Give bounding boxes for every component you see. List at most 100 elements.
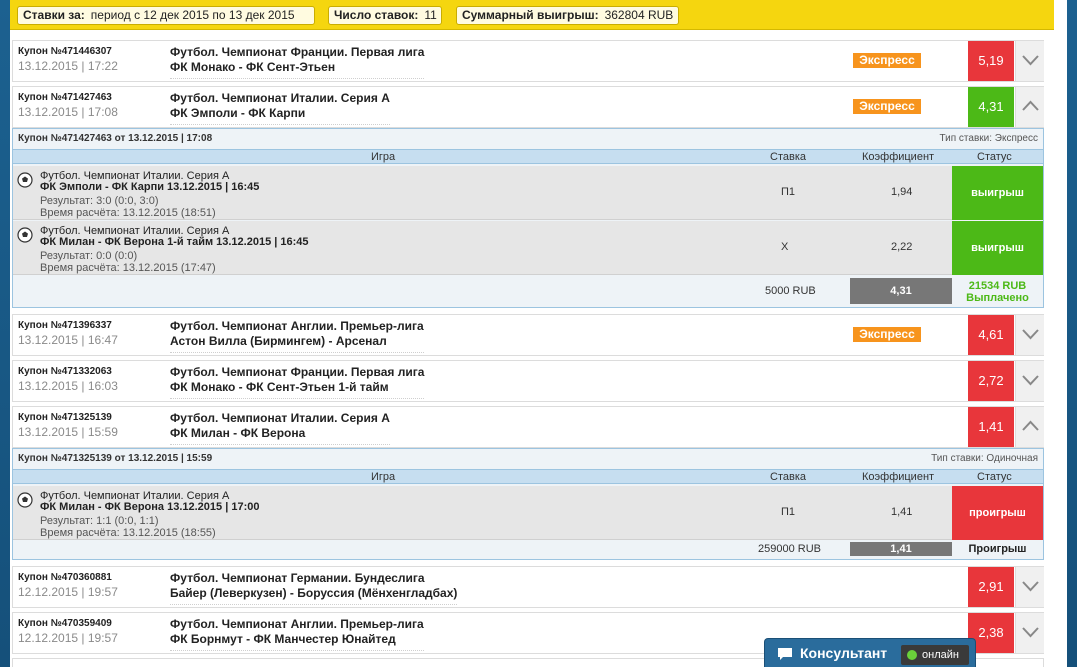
chevron-up-icon <box>1022 420 1039 431</box>
bet-type: Тип ставки: Одиночная <box>931 453 1038 464</box>
detail-table-header: Игра Ставка Коэффициент Статус <box>13 149 1043 164</box>
expand-toggle-button[interactable] <box>1015 41 1044 81</box>
chevron-down-icon <box>1022 375 1039 386</box>
coupon-date: 13.12.2015 | 17:08 <box>18 105 118 119</box>
event-match: ФК Борнмут - ФК Манчестер Юнайтед <box>170 632 396 646</box>
coupon-coefficient: 2,72 <box>968 361 1014 401</box>
expand-toggle-button[interactable] <box>1015 361 1044 401</box>
football-icon <box>17 492 33 508</box>
col-status: Статус <box>977 151 1012 163</box>
coupon-row[interactable]: Купон №470360881 12.12.2015 | 19:57 Футб… <box>12 566 1044 608</box>
bet-result: Результат: 1:1 (0:0, 1:1) <box>40 515 159 527</box>
coupon-event: Футбол. Чемпионат Франции. Первая лига Ф… <box>170 45 425 79</box>
online-status: онлайн <box>901 645 969 665</box>
event-championship: Футбол. Чемпионат Франции. Первая лига <box>170 45 425 59</box>
express-badge: Экспресс <box>853 327 921 342</box>
event-match: ФК Милан - ФК Верона <box>170 426 306 440</box>
coupon-row[interactable]: Купон №471446307 13.12.2015 | 17:22 Футб… <box>12 40 1044 82</box>
bet-match: ФК Милан - ФК Верона 13.12.2015 | 17:00 <box>40 501 260 513</box>
period-label: Ставки за: <box>23 8 85 22</box>
consultant-chat-widget[interactable]: Консультант онлайн <box>764 638 976 667</box>
bet-match: ФК Милан - ФК Верона 1-й тайм 13.12.2015… <box>40 236 309 248</box>
football-icon <box>17 227 33 243</box>
coupon-detail: Купон №471427463 от 13.12.2015 | 17:08 Т… <box>12 128 1044 308</box>
event-match: ФК Монако - ФК Сент-Этьен <box>170 60 336 74</box>
coupon-detail: Купон №471325139 от 13.12.2015 | 15:59 Т… <box>12 448 1044 560</box>
coupon-number: Купон №470360881 <box>18 572 112 583</box>
detail-header: Купон №471325139 от 13.12.2015 | 15:59 <box>18 453 213 464</box>
event-championship: Футбол. Чемпионат Англии. Премьер-лига <box>170 319 424 333</box>
collapse-toggle-button[interactable] <box>1015 407 1044 447</box>
total-result: 21534 RUB Выплачено <box>952 280 1043 304</box>
bet-calc-time: Время расчёта: 13.12.2015 (17:47) <box>40 262 216 274</box>
total-stake: 259000 RUB <box>758 543 821 555</box>
coupon-coefficient: 5,19 <box>968 41 1014 81</box>
col-status: Статус <box>977 471 1012 483</box>
total-result: Проигрыш <box>952 543 1043 555</box>
period-filter[interactable]: Ставки за: период с 12 дек 2015 по 13 дек… <box>17 6 315 25</box>
total-coefficient: 1,41 <box>850 542 952 556</box>
col-coef: Коэффициент <box>862 151 935 163</box>
bet-count-box: Число ставок: 11 <box>328 6 442 25</box>
online-label: онлайн <box>922 649 959 661</box>
coupon-event: Футбол. Чемпионат Италии. Серия А ФК Эмп… <box>170 91 390 125</box>
total-coefficient: 4,31 <box>850 278 952 304</box>
chevron-down-icon <box>1022 329 1039 340</box>
total-payout: 21534 RUB <box>968 280 1027 292</box>
coupon-row[interactable]: Купон №471427463 13.12.2015 | 17:08 Футб… <box>12 86 1044 128</box>
event-championship: Футбол. Чемпионат Германии. Бундеслига <box>170 571 425 585</box>
bet-result: Результат: 3:0 (0:0, 3:0) <box>40 195 159 207</box>
coupon-number: Купон №471427463 <box>18 92 112 103</box>
coupon-number: Купон №471325139 <box>18 412 112 423</box>
period-value: период с 12 дек 2015 по 13 дек 2015 <box>90 8 295 22</box>
coupon-row[interactable]: Купон №471325139 13.12.2015 | 15:59 Футб… <box>12 406 1044 448</box>
bet-status: выигрыш <box>952 221 1043 275</box>
total-outcome: Проигрыш <box>968 543 1027 555</box>
coupon-event: Футбол. Чемпионат Франции. Первая лига Ф… <box>170 365 425 399</box>
coupon-date: 13.12.2015 | 15:59 <box>18 425 118 439</box>
bet-match: ФК Эмполи - ФК Карпи 13.12.2015 | 16:45 <box>40 181 260 193</box>
coupon-number: Купон №471446307 <box>18 46 112 57</box>
detail-table-header: Игра Ставка Коэффициент Статус <box>13 469 1043 484</box>
bet-stake: П1 <box>781 186 796 198</box>
coupon-date: 13.12.2015 | 16:47 <box>18 333 118 347</box>
total-stake: 5000 RUB <box>765 285 816 297</box>
bet-stake: П1 <box>781 506 796 518</box>
bet-calc-time: Время расчёта: 13.12.2015 (18:55) <box>40 527 216 539</box>
detail-header: Купон №471427463 от 13.12.2015 | 17:08 <box>18 133 213 144</box>
col-game: Игра <box>371 471 396 483</box>
bet-coefficient: 1,94 <box>891 186 913 198</box>
coupon-coefficient: 4,61 <box>968 315 1014 355</box>
event-match: Астон Вилла (Бирмингем) - Арсенал <box>170 334 387 348</box>
total-win-label: Суммарный выигрыш: <box>462 8 599 22</box>
bet-coefficient: 2,22 <box>891 241 913 253</box>
expand-toggle-button[interactable] <box>1015 613 1044 653</box>
coupon-row[interactable]: Купон №471332063 13.12.2015 | 16:03 Футб… <box>12 360 1044 402</box>
bet-row: Футбол. Чемпионат Италии. Серия А ФК Эмп… <box>13 166 1043 220</box>
coupon-number: Купон №471396337 <box>18 320 112 331</box>
coupon-row[interactable]: Купон №471396337 13.12.2015 | 16:47 Футб… <box>12 314 1044 356</box>
coupon-date: 13.12.2015 | 16:03 <box>18 379 118 393</box>
event-match: ФК Эмполи - ФК Карпи <box>170 106 306 120</box>
chevron-down-icon <box>1022 581 1039 592</box>
total-win-box: Суммарный выигрыш: 362804 RUB <box>456 6 679 25</box>
event-championship: Футбол. Чемпионат Франции. Первая лига <box>170 365 425 379</box>
coupon-event: Футбол. Чемпионат Германии. Бундеслига Б… <box>170 571 458 605</box>
event-match: Байер (Леверкузен) - Боруссия (Мёнхенгла… <box>170 586 458 600</box>
event-match: ФК Монако - ФК Сент-Этьен 1-й тайм <box>170 380 389 394</box>
event-championship: Футбол. Чемпионат Англии. Премьер-лига <box>170 617 424 631</box>
coupon-date: 13.12.2015 | 17:22 <box>18 59 118 73</box>
expand-toggle-button[interactable] <box>1015 315 1044 355</box>
coupon-event: Футбол. Чемпионат Англии. Премьер-лига А… <box>170 319 424 353</box>
expand-toggle-button[interactable] <box>1015 567 1044 607</box>
coupon-coefficient: 4,31 <box>968 87 1014 127</box>
collapse-toggle-button[interactable] <box>1015 87 1044 127</box>
event-championship: Футбол. Чемпионат Италии. Серия А <box>170 411 390 425</box>
bet-stake: Х <box>781 241 789 253</box>
online-dot-icon <box>907 650 917 660</box>
col-game: Игра <box>371 151 396 163</box>
bet-type: Тип ставки: Экспресс <box>939 133 1038 144</box>
coupon-event: Футбол. Чемпионат Англии. Премьер-лига Ф… <box>170 617 424 651</box>
bet-row: Футбол. Чемпионат Италии. Серия А ФК Мил… <box>13 221 1043 275</box>
chevron-down-icon <box>1022 627 1039 638</box>
